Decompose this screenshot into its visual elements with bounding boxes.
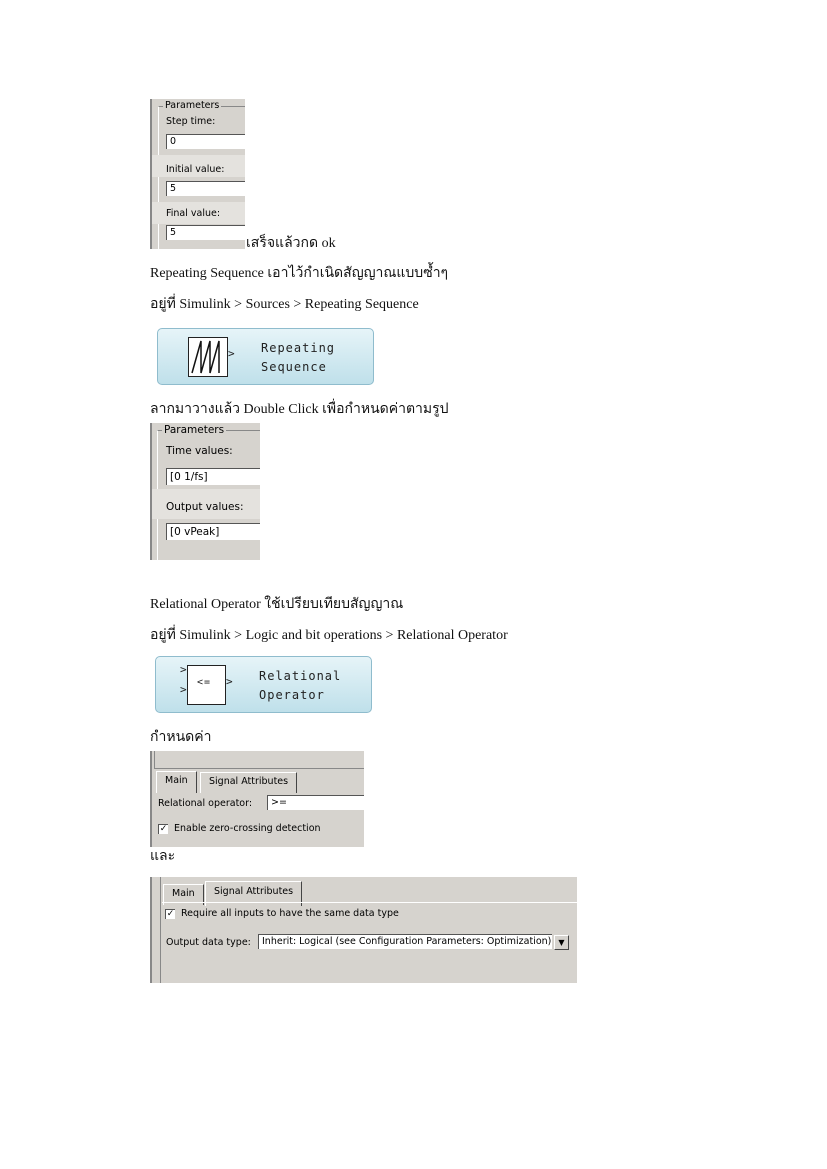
sawtooth-icon [188,337,228,377]
step-parameters-panel: Parameters Step time: 0 Initial value: 5… [150,99,245,249]
operator-symbol: <= [197,677,212,688]
output-port-icon: > [226,675,234,688]
repeat-intro-text: Repeating Sequence เอาไว้กำเนิดสัญญาณแบบ… [150,266,449,281]
time-values-field[interactable]: [0 1/fs] [166,468,260,485]
done-ok-text: เสร็จแล้วกด ok [246,236,336,251]
group-title: Parameters [162,424,227,436]
tab-signal-attributes[interactable]: Signal Attributes [200,772,298,793]
output-data-type-label: Output data type: [166,937,251,948]
relational-operator-label: Relational operator: [158,798,253,809]
and-text: และ [150,849,176,864]
repeating-sequence-block: > Repeating Sequence [157,328,374,385]
set-value-text: กำหนดค่า [150,730,212,745]
output-port-icon: > [228,347,236,360]
group-title: Parameters [163,100,222,111]
zero-crossing-checkbox[interactable]: ✓ [158,824,168,834]
document-page: Parameters Step time: 0 Initial value: 5… [0,0,827,1169]
initial-value-label: Initial value: [166,164,225,175]
initial-value-field[interactable]: 5 [166,181,245,196]
require-same-type-checkbox[interactable]: ✓ [165,909,175,919]
step-time-field[interactable]: 0 [166,134,245,149]
time-values-label: Time values: [166,445,233,457]
drag-instruction-text: ลากมาวางแล้ว Double Click เพื่อกำหนดค่าต… [150,402,449,417]
relational-intro-text: Relational Operator ใช้เปรียบเทียบสัญญาณ [150,597,404,612]
repeat-path-text: อยู่ที่ Simulink > Sources > Repeating S… [150,297,419,312]
output-values-field[interactable]: [0 vPeak] [166,523,260,540]
repeat-parameters-panel: Parameters Time values: [0 1/fs] Output … [150,423,260,560]
relational-operator-block: > > <= > Relational Operator [155,656,372,713]
final-value-label: Final value: [166,208,221,219]
output-data-type-select[interactable]: Inherit: Logical (see Configuration Para… [258,934,552,949]
block-label-line2: Operator [259,688,325,702]
relational-path-text: อยู่ที่ Simulink > Logic and bit operati… [150,628,508,643]
block-label-line1: Repeating [261,341,336,355]
tab-main[interactable]: Main [156,771,197,793]
chevron-down-icon[interactable]: ▼ [554,935,569,950]
step-time-label: Step time: [166,116,216,127]
relational-symbol-box: <= [187,665,226,705]
relational-main-panel: Main Signal Attributes Relational operat… [150,751,364,847]
relational-operator-field[interactable]: >= [267,795,364,810]
block-label-line2: Sequence [261,360,327,374]
zero-crossing-label: Enable zero-crossing detection [174,823,321,834]
final-value-field[interactable]: 5 [166,225,245,240]
require-same-type-label: Require all inputs to have the same data… [181,908,399,919]
relational-signal-panel: Main Signal Attributes ✓ Require all inp… [150,877,577,983]
block-label-line1: Relational [259,669,342,683]
output-values-label: Output values: [166,501,244,513]
